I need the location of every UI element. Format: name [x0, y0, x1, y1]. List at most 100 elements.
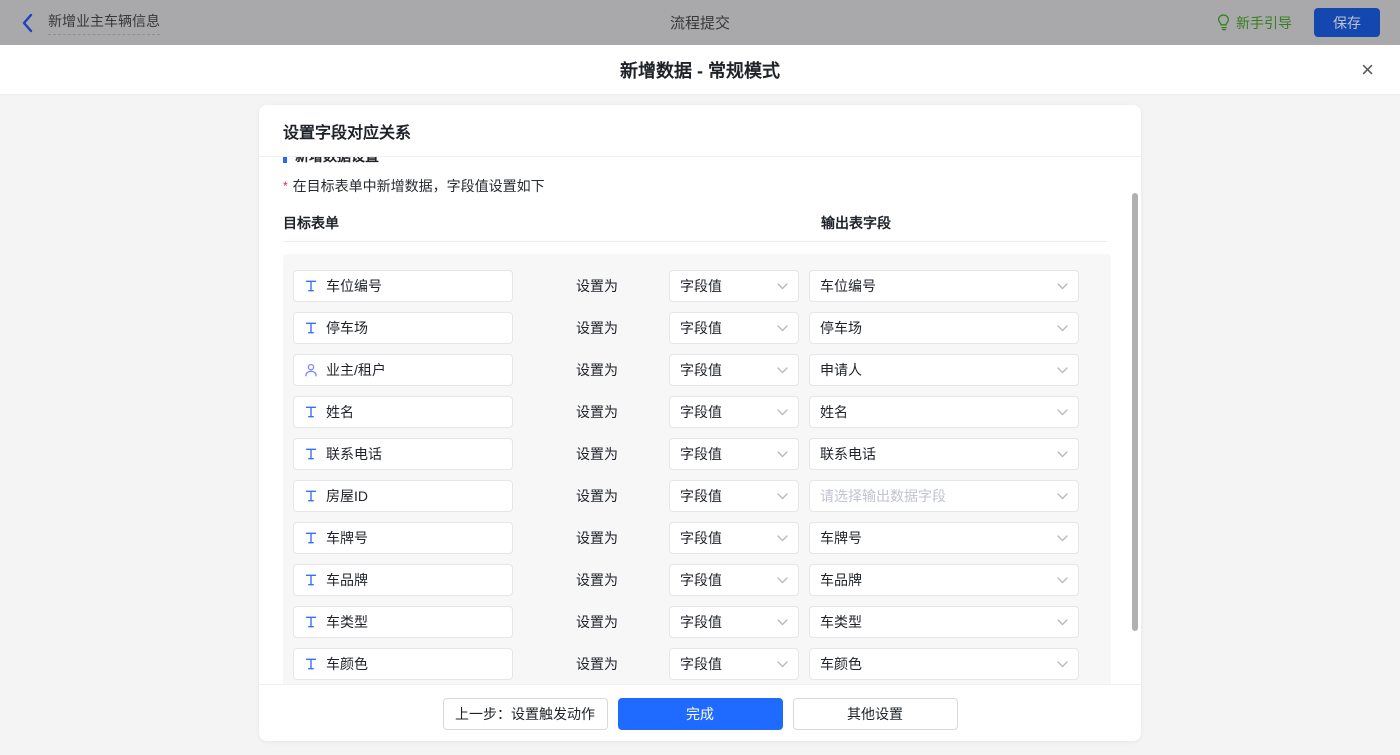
close-icon[interactable]: × [1361, 45, 1374, 95]
chevron-down-icon [777, 283, 788, 290]
text-field-icon [304, 489, 318, 503]
target-field-box[interactable]: 车牌号 [293, 522, 513, 554]
chevron-down-icon [1057, 283, 1068, 290]
value-type-select[interactable]: 字段值 [669, 606, 799, 638]
set-as-label: 设置为 [576, 570, 669, 590]
page-title: 流程提交 [0, 12, 1400, 33]
value-type-value: 字段值 [680, 570, 722, 590]
chevron-down-icon [777, 451, 788, 458]
output-field-select[interactable]: 请选择输出数据字段 [809, 480, 1079, 512]
target-field-label: 车品牌 [326, 570, 368, 590]
modal-body: 设置字段对应关系 新增数据设置 *在目标表单中新增数据，字段值设置如下 目标表单… [0, 95, 1400, 755]
instruction-note: *在目标表单中新增数据，字段值设置如下 [283, 176, 1141, 196]
output-field-select[interactable]: 姓名 [809, 396, 1079, 428]
chevron-down-icon [777, 661, 788, 668]
target-field-label: 姓名 [326, 402, 354, 422]
back-button[interactable] [20, 12, 34, 34]
output-field-select[interactable]: 车牌号 [809, 522, 1079, 554]
target-field-label: 联系电话 [326, 444, 382, 464]
field-mapping-row: 联系电话 设置为 字段值 联系电话 [293, 438, 1111, 470]
set-as-label: 设置为 [576, 654, 669, 674]
field-mapping-row: 车类型 设置为 字段值 车类型 [293, 606, 1111, 638]
prev-step-button[interactable]: 上一步：设置触发动作 [443, 698, 608, 730]
output-field-select[interactable]: 联系电话 [809, 438, 1079, 470]
value-type-select[interactable]: 字段值 [669, 522, 799, 554]
output-field-select[interactable]: 停车场 [809, 312, 1079, 344]
text-field-icon [304, 657, 318, 671]
scrollable-content[interactable]: 新增数据设置 *在目标表单中新增数据，字段值设置如下 目标表单 输出表字段 车位… [259, 157, 1141, 684]
other-settings-button[interactable]: 其他设置 [793, 698, 958, 730]
target-field-box[interactable]: 车类型 [293, 606, 513, 638]
output-field-select[interactable]: 车颜色 [809, 648, 1079, 680]
value-type-select[interactable]: 字段值 [669, 354, 799, 386]
text-field-icon [304, 573, 318, 587]
scrollbar-thumb[interactable] [1132, 193, 1138, 631]
output-field-select[interactable]: 车类型 [809, 606, 1079, 638]
target-field-box[interactable]: 业主/租户 [293, 354, 513, 386]
beginner-guide-label: 新手引导 [1236, 13, 1292, 33]
value-type-select[interactable]: 字段值 [669, 438, 799, 470]
required-asterisk: * [283, 179, 288, 193]
chevron-down-icon [1057, 367, 1068, 374]
field-mapping-row: 房屋ID 设置为 字段值 请选择输出数据字段 [293, 480, 1111, 512]
target-field-box[interactable]: 车颜色 [293, 648, 513, 680]
card-footer: 上一步：设置触发动作 完成 其他设置 [259, 684, 1141, 741]
target-field-box[interactable]: 房屋ID [293, 480, 513, 512]
target-field-label: 车位编号 [326, 276, 382, 296]
output-field-value: 车位编号 [820, 276, 876, 296]
chevron-down-icon [777, 409, 788, 416]
chevron-down-icon [777, 577, 788, 584]
chevron-down-icon [1057, 535, 1068, 542]
output-field-select[interactable]: 车位编号 [809, 270, 1079, 302]
chevron-down-icon [777, 493, 788, 500]
field-mapping-card: 设置字段对应关系 新增数据设置 *在目标表单中新增数据，字段值设置如下 目标表单… [259, 105, 1141, 741]
output-field-value: 请选择输出数据字段 [820, 486, 946, 506]
text-field-icon [304, 321, 318, 335]
chevron-down-icon [1057, 451, 1068, 458]
top-toolbar: 新增业主车辆信息 流程提交 新手引导 保存 [0, 0, 1400, 45]
field-mapping-row: 停车场 设置为 字段值 停车场 [293, 312, 1111, 344]
chevron-down-icon [1057, 577, 1068, 584]
target-field-box[interactable]: 姓名 [293, 396, 513, 428]
field-mapping-row: 车颜色 设置为 字段值 车颜色 [293, 648, 1111, 680]
field-mapping-panel: 车位编号 设置为 字段值 车位编号 停车场 设置为 字段值 停车场 [283, 254, 1111, 684]
save-button[interactable]: 保存 [1314, 8, 1380, 37]
target-field-box[interactable]: 停车场 [293, 312, 513, 344]
chevron-down-icon [1057, 619, 1068, 626]
chevron-down-icon [777, 619, 788, 626]
value-type-select[interactable]: 字段值 [669, 564, 799, 596]
text-field-icon [304, 279, 318, 293]
target-field-box[interactable]: 车品牌 [293, 564, 513, 596]
beginner-guide-link[interactable]: 新手引导 [1217, 13, 1292, 33]
value-type-value: 字段值 [680, 486, 722, 506]
value-type-select[interactable]: 字段值 [669, 396, 799, 428]
target-field-label: 停车场 [326, 318, 368, 338]
value-type-select[interactable]: 字段值 [669, 270, 799, 302]
target-field-label: 业主/租户 [326, 360, 386, 380]
set-as-label: 设置为 [576, 276, 669, 296]
output-field-value: 车颜色 [820, 654, 862, 674]
target-field-box[interactable]: 联系电话 [293, 438, 513, 470]
column-headers: 目标表单 输出表字段 [283, 213, 1141, 233]
chevron-down-icon [777, 535, 788, 542]
header-divider [283, 241, 1107, 242]
workflow-name[interactable]: 新增业主车辆信息 [48, 11, 160, 35]
lightbulb-icon [1217, 14, 1231, 31]
output-field-select[interactable]: 车品牌 [809, 564, 1079, 596]
value-type-select[interactable]: 字段值 [669, 648, 799, 680]
value-type-value: 字段值 [680, 318, 722, 338]
target-field-box[interactable]: 车位编号 [293, 270, 513, 302]
done-button[interactable]: 完成 [618, 698, 783, 730]
section-title-partially-visible: 新增数据设置 [283, 157, 1141, 166]
output-field-select[interactable]: 申请人 [809, 354, 1079, 386]
value-type-select[interactable]: 字段值 [669, 312, 799, 344]
modal-title: 新增数据 - 常规模式 [620, 57, 780, 83]
text-field-icon [304, 531, 318, 545]
value-type-value: 字段值 [680, 528, 722, 548]
field-mapping-row: 姓名 设置为 字段值 姓名 [293, 396, 1111, 428]
value-type-select[interactable]: 字段值 [669, 480, 799, 512]
value-type-value: 字段值 [680, 360, 722, 380]
column-header-target-form: 目标表单 [283, 213, 339, 233]
target-field-label: 车牌号 [326, 528, 368, 548]
set-as-label: 设置为 [576, 360, 669, 380]
